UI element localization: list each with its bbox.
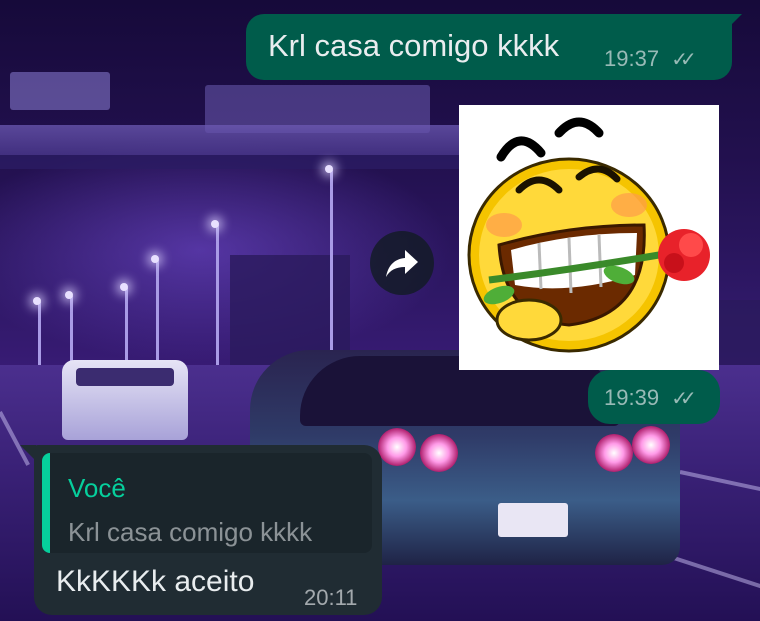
wallpaper-street-pole [216, 225, 219, 370]
incoming-message[interactable]: Você Krl casa comigo kkkk KkKKKk aceito … [20, 445, 382, 615]
sticker-meta: 19:39 ✓✓ [588, 370, 720, 424]
sticker-message[interactable] [459, 105, 719, 370]
wallpaper-street-lamp [211, 220, 219, 228]
wallpaper-street-pole [330, 170, 333, 365]
bubble-tail [20, 445, 36, 461]
wallpaper-street-pole [156, 260, 159, 365]
bubble-tail [728, 14, 742, 28]
quote-accent-bar [42, 453, 50, 553]
quoted-message[interactable]: Você Krl casa comigo kkkk [42, 453, 372, 553]
forward-button[interactable] [370, 231, 434, 295]
wallpaper-street-lamp [325, 165, 333, 173]
laughing-emoji-sticker [467, 117, 710, 353]
message-meta: 19:37 ✓✓ [604, 46, 696, 72]
wallpaper-street-lamp [65, 291, 73, 299]
wallpaper-street-pole [38, 302, 41, 366]
wallpaper-street-pole [125, 288, 128, 368]
wallpaper-overpass [0, 125, 460, 155]
quoted-author: Você [68, 473, 126, 503]
double-check-icon: ✓✓ [671, 388, 696, 410]
message-meta: 19:39 ✓✓ [604, 385, 696, 411]
message-text: KkKKKk aceito [56, 565, 255, 598]
message-time: 20:11 [304, 585, 358, 610]
wallpaper-car [62, 360, 188, 440]
wallpaper-street-pole [70, 296, 73, 366]
double-check-icon: ✓✓ [671, 49, 696, 71]
message-time: 19:39 [604, 385, 660, 410]
wallpaper-street-lamp [120, 283, 128, 291]
wallpaper-street-lamp [33, 297, 41, 305]
outgoing-message[interactable]: Krl casa comigo kkkk 19:37 ✓✓ [246, 14, 742, 80]
forward-icon [386, 250, 418, 277]
wallpaper-sign [10, 72, 110, 110]
message-time: 19:37 [604, 46, 660, 71]
wallpaper-overpass-shadow [0, 155, 460, 169]
quoted-text: Krl casa comigo kkkk [68, 517, 313, 547]
wallpaper-street-lamp [151, 255, 159, 263]
message-text: Krl casa comigo kkkk [268, 28, 560, 63]
